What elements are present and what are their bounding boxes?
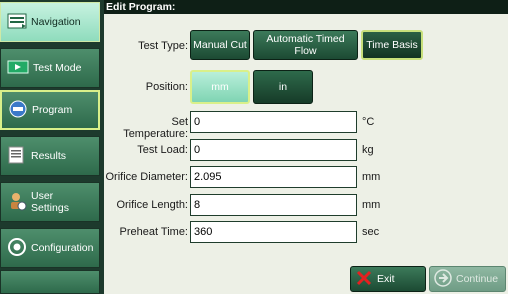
continue-button[interactable]: Continue [429,266,506,292]
preheat-time-unit: sec [362,226,380,238]
sidebar-item-configuration[interactable]: Configuration [0,228,100,268]
set-temperature-label: Set Temperature: [123,116,188,140]
continue-label: Continue [456,273,499,285]
orifice-length-field[interactable] [190,194,357,216]
test-type-manual-cut-button[interactable]: Manual Cut [190,30,250,60]
sidebar-item-label: Test Mode [33,62,82,74]
position-label: Position: [145,81,188,93]
position-mm-button[interactable]: mm [190,70,250,104]
app-window: Navigation Test Mode Program Results Use… [0,0,508,294]
close-icon [355,269,373,290]
preheat-time-field[interactable] [190,221,357,243]
sidebar-item-test-mode[interactable]: Test Mode [0,48,100,88]
orifice-diameter-label: Orifice Diameter: [105,171,188,183]
exit-button[interactable]: Exit [350,266,426,292]
sidebar: Navigation Test Mode Program Results Use… [0,0,104,294]
orifice-diameter-unit: mm [362,171,381,183]
test-mode-icon [7,60,29,77]
position-in-button[interactable]: in [253,70,313,104]
sidebar-item-label: Configuration [31,242,94,254]
test-type-time-basis-button[interactable]: Time Basis [361,30,423,60]
results-icon [7,146,27,167]
configuration-icon [7,237,27,260]
user-settings-icon [7,191,27,214]
sidebar-item-program[interactable]: Program [0,90,100,130]
sidebar-item-empty [0,270,100,294]
orifice-length-label: Orifice Length: [116,199,188,211]
test-type-automatic-timed-flow-button[interactable]: Automatic Timed Flow [253,30,358,60]
test-load-label: Test Load: [137,144,188,156]
program-icon [8,99,28,122]
preheat-time-label: Preheat Time: [119,226,188,238]
arrow-right-icon [434,268,452,290]
sidebar-item-results[interactable]: Results [0,136,100,176]
main-panel: Edit Program: Test Type: Manual Cut Auto… [104,0,508,294]
sidebar-item-navigation[interactable]: Navigation [0,2,100,42]
page-title: Edit Program: [104,0,508,14]
sidebar-item-label: Program [32,104,73,116]
sidebar-item-user-settings[interactable]: User Settings [0,182,100,222]
sidebar-item-label: Navigation [31,16,81,28]
set-temperature-unit: °C [362,116,375,128]
orifice-length-unit: mm [362,199,381,211]
navigation-icon [7,13,27,32]
exit-label: Exit [377,273,395,285]
test-load-unit: kg [362,144,374,156]
sidebar-item-label: Results [31,150,67,162]
test-type-label: Test Type: [138,40,188,52]
sidebar-item-label: User Settings [31,190,69,214]
set-temperature-field[interactable] [190,111,357,133]
test-load-field[interactable] [190,139,357,161]
orifice-diameter-field[interactable] [190,166,357,188]
